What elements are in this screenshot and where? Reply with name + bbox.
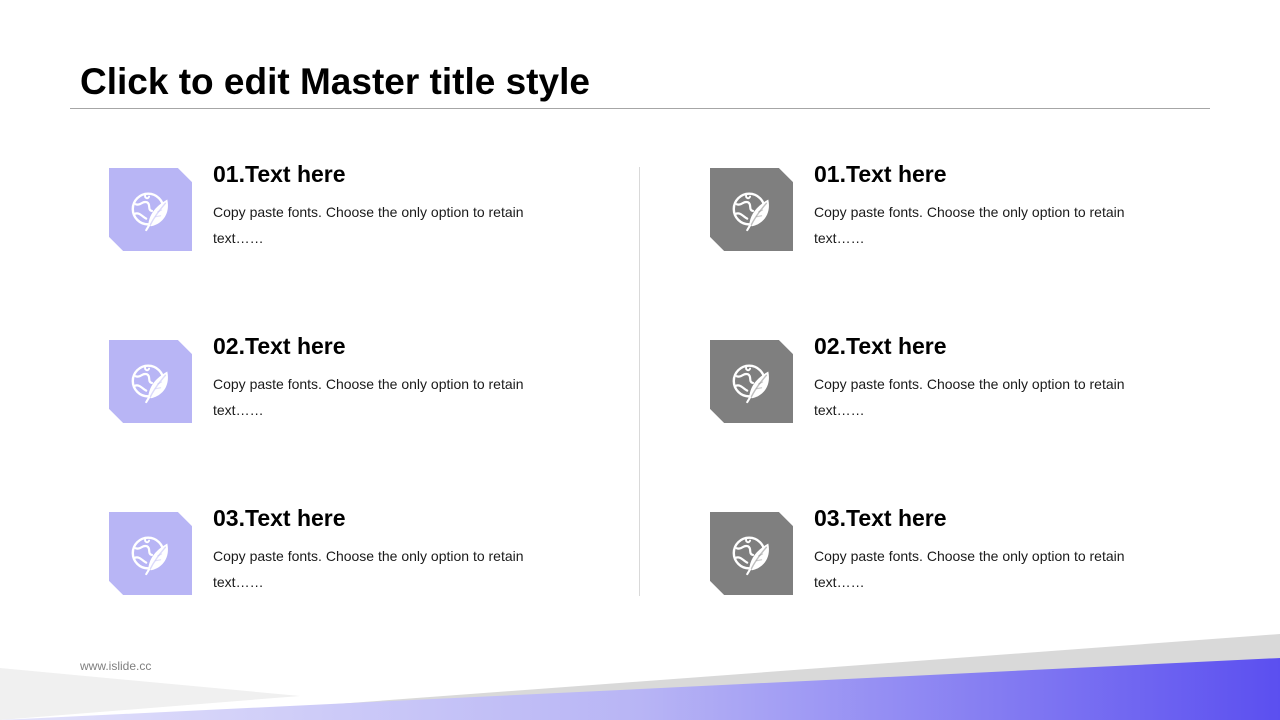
globe-leaf-icon xyxy=(128,531,174,577)
globe-leaf-icon xyxy=(729,359,775,405)
left-item-3-badge xyxy=(109,512,192,595)
globe-leaf-icon xyxy=(128,187,174,233)
slide-title[interactable]: Click to edit Master title style xyxy=(80,58,590,106)
right-item-1-badge xyxy=(710,168,793,251)
right-item-3-heading[interactable]: 03.Text here xyxy=(814,504,947,532)
left-item-1-body[interactable]: Copy paste fonts. Choose the only option… xyxy=(213,199,553,251)
footer-website[interactable]: www.islide.cc xyxy=(80,658,151,674)
footer-wave-graphic xyxy=(0,634,1280,720)
right-item-3-badge xyxy=(710,512,793,595)
title-underline xyxy=(70,108,1210,109)
right-item-3: 03.Text here Copy paste fonts. Choose th… xyxy=(710,505,1170,602)
left-item-2-body[interactable]: Copy paste fonts. Choose the only option… xyxy=(213,371,553,423)
right-item-2: 02.Text here Copy paste fonts. Choose th… xyxy=(710,333,1170,430)
right-item-1-body[interactable]: Copy paste fonts. Choose the only option… xyxy=(814,199,1154,251)
left-item-3: 03.Text here Copy paste fonts. Choose th… xyxy=(109,505,569,602)
left-item-3-body[interactable]: Copy paste fonts. Choose the only option… xyxy=(213,543,553,595)
left-item-2-badge xyxy=(109,340,192,423)
left-item-1-heading[interactable]: 01.Text here xyxy=(213,160,346,188)
globe-leaf-icon xyxy=(729,531,775,577)
left-item-2: 02.Text here Copy paste fonts. Choose th… xyxy=(109,333,569,430)
right-item-3-body[interactable]: Copy paste fonts. Choose the only option… xyxy=(814,543,1154,595)
left-item-1: 01.Text here Copy paste fonts. Choose th… xyxy=(109,161,569,258)
right-item-2-heading[interactable]: 02.Text here xyxy=(814,332,947,360)
column-divider xyxy=(639,167,640,596)
globe-leaf-icon xyxy=(128,359,174,405)
left-item-1-badge xyxy=(109,168,192,251)
slide: Click to edit Master title style 01.Text… xyxy=(0,0,1280,720)
right-item-1-heading[interactable]: 01.Text here xyxy=(814,160,947,188)
left-item-3-heading[interactable]: 03.Text here xyxy=(213,504,346,532)
right-item-2-badge xyxy=(710,340,793,423)
left-item-2-heading[interactable]: 02.Text here xyxy=(213,332,346,360)
globe-leaf-icon xyxy=(729,187,775,233)
right-item-2-body[interactable]: Copy paste fonts. Choose the only option… xyxy=(814,371,1154,423)
right-item-1: 01.Text here Copy paste fonts. Choose th… xyxy=(710,161,1170,258)
